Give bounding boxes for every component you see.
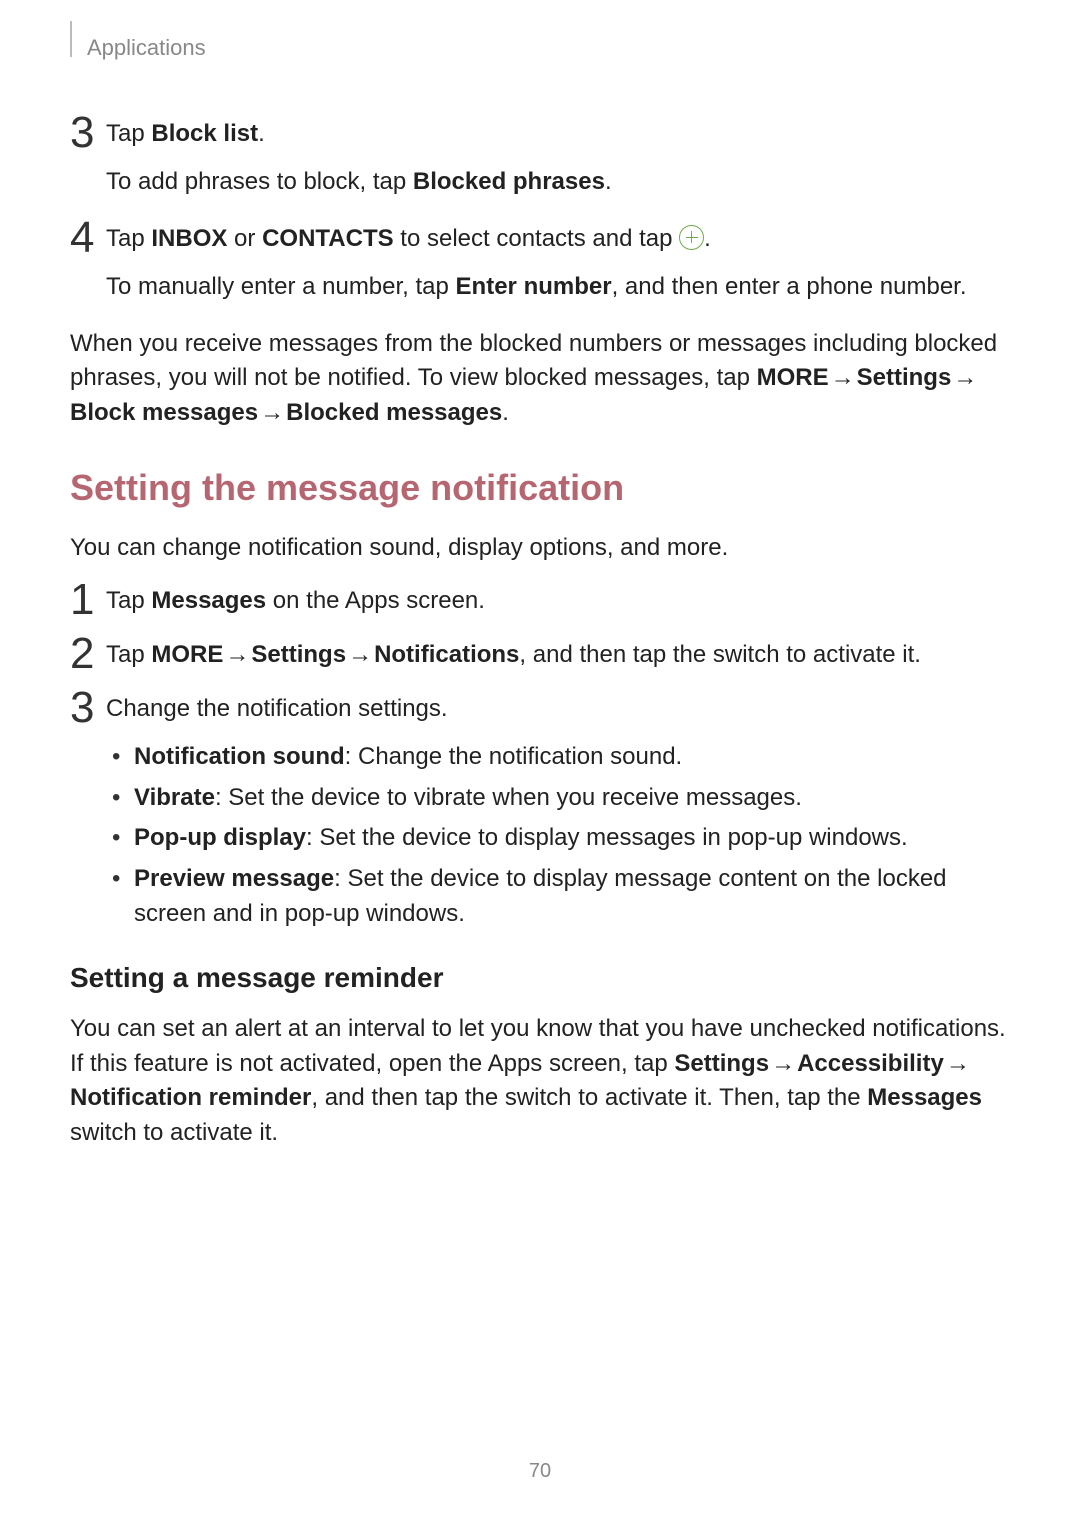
arrow-icon: →	[951, 361, 979, 396]
notification-settings-list: Notification sound: Change the notificat…	[134, 740, 1010, 932]
bold-text: Block list	[151, 120, 258, 147]
list-item: Pop-up display: Set the device to displa…	[134, 821, 1010, 856]
arrow-icon: →	[769, 1047, 797, 1082]
text: , and then tap the switch to activate it…	[311, 1084, 867, 1111]
header-section-label: Applications	[87, 35, 206, 61]
bold-text: Messages	[867, 1084, 982, 1111]
page-number: 70	[0, 1460, 1080, 1483]
step-number-3: 3	[70, 111, 106, 155]
text: to select contacts and tap	[394, 225, 680, 252]
text: Tap	[106, 120, 151, 147]
notif-step-2-body: Tap MORE → Settings → Notifications, and…	[106, 638, 1010, 676]
bold-text: Notifications	[374, 641, 519, 668]
arrow-icon: →	[223, 638, 251, 673]
bold-text: MORE	[151, 641, 223, 668]
bold-text: Accessibility	[797, 1050, 944, 1077]
bold-text: Settings	[674, 1050, 769, 1077]
reminder-paragraph: You can set an alert at an interval to l…	[70, 1012, 1010, 1151]
header-divider	[70, 21, 72, 57]
text: Tap	[106, 641, 151, 668]
arrow-icon: →	[944, 1047, 972, 1082]
arrow-icon: →	[346, 638, 374, 673]
step-number-4: 4	[70, 216, 106, 260]
text: : Change the notification sound.	[345, 743, 683, 770]
text: To manually enter a number, tap	[106, 273, 456, 300]
step-4-subtext: To manually enter a number, tap Enter nu…	[106, 270, 1010, 305]
bold-text: Preview message	[134, 865, 334, 892]
list-item: Notification sound: Change the notificat…	[134, 740, 1010, 775]
heading-notification: Setting the message notification	[70, 467, 1010, 509]
bold-text: Messages	[151, 587, 266, 614]
text: , and then enter a phone number.	[612, 273, 967, 300]
bold-text: Blocked messages	[286, 399, 502, 426]
text: .	[258, 120, 265, 147]
text: To add phrases to block, tap	[106, 168, 413, 195]
notif-step-3-body: Change the notification settings.	[106, 692, 1010, 730]
list-item: Vibrate: Set the device to vibrate when …	[134, 781, 1010, 816]
bold-text: Settings	[251, 641, 346, 668]
text: , and then tap the switch to activate it…	[519, 641, 921, 668]
text: on the Apps screen.	[266, 587, 485, 614]
notif-step-1-body: Tap Messages on the Apps screen.	[106, 584, 1010, 622]
step-3-subtext: To add phrases to block, tap Blocked phr…	[106, 165, 1010, 200]
text: .	[605, 168, 612, 195]
bold-text: CONTACTS	[262, 225, 394, 252]
bold-text: Enter number	[456, 273, 612, 300]
page-container: Applications 3 Tap Block list. To add ph…	[0, 0, 1080, 1527]
notif-step-2: 2 Tap MORE → Settings → Notifications, a…	[70, 638, 1010, 676]
notification-intro: You can change notification sound, displ…	[70, 531, 1010, 566]
heading-reminder: Setting a message reminder	[70, 962, 1010, 994]
arrow-icon: →	[258, 396, 286, 431]
list-item: Preview message: Set the device to displ…	[134, 862, 1010, 932]
bold-text: Settings	[857, 364, 952, 391]
blocked-paragraph: When you receive messages from the block…	[70, 327, 1010, 431]
bold-text: Pop-up display	[134, 824, 306, 851]
step-number-3b: 3	[70, 686, 106, 730]
header: Applications	[70, 35, 1010, 61]
bold-text: Block messages	[70, 399, 258, 426]
step-4-body: Tap INBOX or CONTACTS to select contacts…	[106, 222, 1010, 260]
step-number-1: 1	[70, 578, 106, 622]
text: : Set the device to vibrate when you rec…	[215, 784, 802, 811]
text: Tap	[106, 225, 151, 252]
notif-step-3: 3 Change the notification settings.	[70, 692, 1010, 730]
plus-icon	[679, 225, 704, 250]
text: switch to activate it.	[70, 1119, 278, 1146]
bold-text: Notification sound	[134, 743, 345, 770]
notif-step-1: 1 Tap Messages on the Apps screen.	[70, 584, 1010, 622]
text: or	[227, 225, 262, 252]
step-number-2: 2	[70, 632, 106, 676]
bold-text: Vibrate	[134, 784, 215, 811]
text: Tap	[106, 587, 151, 614]
bold-text: Notification reminder	[70, 1084, 311, 1111]
bold-text: Blocked phrases	[413, 168, 605, 195]
step-3-body: Tap Block list.	[106, 117, 1010, 155]
step-4: 4 Tap INBOX or CONTACTS to select contac…	[70, 222, 1010, 260]
text: .	[704, 225, 711, 252]
text: .	[502, 399, 509, 426]
arrow-icon: →	[829, 361, 857, 396]
step-3: 3 Tap Block list.	[70, 117, 1010, 155]
text: : Set the device to display messages in …	[306, 824, 908, 851]
bold-text: INBOX	[151, 225, 227, 252]
bold-text: MORE	[757, 364, 829, 391]
